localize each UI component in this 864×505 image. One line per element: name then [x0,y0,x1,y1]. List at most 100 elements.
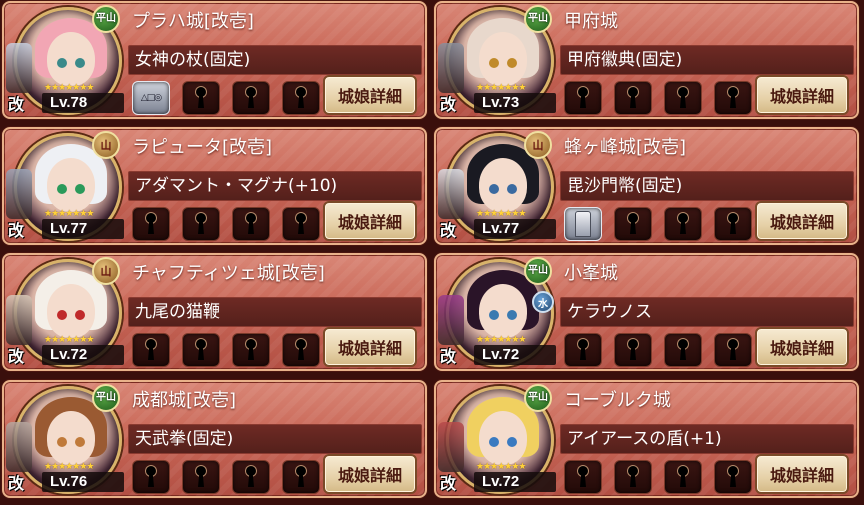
locked-slot[interactable] [132,333,170,367]
equipment-slots [564,333,752,367]
detail-button[interactable]: 城娘詳細 [755,454,849,494]
rarity-stars: ★★★★★★★ [44,83,94,93]
portrait-face [47,284,95,338]
portrait-face [479,32,527,86]
locked-slot[interactable] [282,81,320,115]
castle-girl-card[interactable]: 平山 ★★★★★★★ Lv.73 改 甲府城 甲府徽典(固定) 城娘詳細 [434,1,859,119]
keyhole-icon [678,87,688,109]
keyhole-icon [246,466,256,488]
rarity-stars: ★★★★★★★ [44,209,94,219]
portrait-eye [75,437,85,447]
castle-girl-card[interactable]: 山 ★★★★★★★ Lv.77 改 ラピュータ[改壱] アダマント・マグナ(+1… [2,127,427,245]
locked-slot[interactable] [132,460,170,494]
portrait-face [479,411,527,465]
locked-slot[interactable] [232,81,270,115]
terrain-badge: 平山 [92,384,120,412]
locked-slot[interactable] [614,460,652,494]
keyhole-icon [578,339,588,361]
locked-slot[interactable] [564,333,602,367]
detail-button[interactable]: 城娘詳細 [323,75,417,115]
terrain-badge: 平山 [524,384,552,412]
locked-slot[interactable] [182,333,220,367]
locked-slot[interactable] [614,207,652,241]
rarity-stars: ★★★★★★★ [476,83,526,93]
equipment-slots [564,207,752,241]
castle-girl-card[interactable]: 山 ★★★★★★★ Lv.77 改 蜂ヶ峰城[改壱] 毘沙門幣(固定) 城娘詳細 [434,127,859,245]
kai-label: 改 [8,95,25,114]
keyhole-icon [728,466,738,488]
keyhole-icon [246,213,256,235]
level-label: Lv.77 [474,219,556,239]
keyhole-icon [296,339,306,361]
locked-slot[interactable] [614,81,652,115]
portrait-eye [507,184,517,194]
locked-slot[interactable] [664,81,702,115]
locked-slot[interactable] [232,460,270,494]
terrain-badge: 山 [524,131,552,159]
terrain-badge: 平山 [92,5,120,33]
keyhole-icon [246,339,256,361]
locked-slot[interactable] [232,333,270,367]
detail-button[interactable]: 城娘詳細 [323,454,417,494]
equipped-item-slot[interactable] [564,207,602,241]
locked-slot[interactable] [182,207,220,241]
castle-girl-card[interactable]: 山 ★★★★★★★ Lv.72 改 チャフティツェ城[改壱] 九尾の猫鞭 城娘詳… [2,253,427,371]
weapon-name: 甲府徽典(固定) [560,45,854,75]
detail-button[interactable]: 城娘詳細 [755,201,849,241]
locked-slot[interactable] [182,81,220,115]
portrait-eye [57,184,67,194]
portrait-face [479,158,527,212]
rarity-stars: ★★★★★★★ [476,462,526,472]
castle-girl-card[interactable]: 平山 水 ★★★★★★★ Lv.72 改 小峯城 ケラウノス 城娘詳細 [434,253,859,371]
equipment-slots [132,333,320,367]
locked-slot[interactable] [664,460,702,494]
castle-girl-card[interactable]: 平山 ★★★★★★★ Lv.72 改 コーブルク城 アイアースの盾(+1) 城娘… [434,380,859,498]
kai-label: 改 [8,221,25,240]
locked-slot[interactable] [282,207,320,241]
locked-slot[interactable] [182,460,220,494]
portrait-eye [507,58,517,68]
weapon-name: アイアースの盾(+1) [560,424,854,454]
detail-button[interactable]: 城娘詳細 [323,327,417,367]
keyhole-icon [296,466,306,488]
level-label: Lv.73 [474,93,556,113]
locked-slot[interactable] [614,333,652,367]
terrain-badge: 山 [92,131,120,159]
locked-slot[interactable] [564,460,602,494]
locked-slot[interactable] [714,333,752,367]
kai-label: 改 [440,474,457,493]
detail-button[interactable]: 城娘詳細 [755,75,849,115]
portrait-face [47,411,95,465]
locked-slot[interactable] [564,81,602,115]
rarity-stars: ★★★★★★★ [476,209,526,219]
detail-button[interactable]: 城娘詳細 [323,201,417,241]
kai-label: 改 [8,347,25,366]
locked-slot[interactable] [664,207,702,241]
portrait-eye [507,437,517,447]
castle-girl-card[interactable]: 平山 ★★★★★★★ Lv.76 改 成都城[改壱] 天武拳(固定) 城娘詳細 [2,380,427,498]
rarity-stars: ★★★★★★★ [44,335,94,345]
locked-slot[interactable] [714,207,752,241]
locked-slot[interactable] [282,333,320,367]
weapon-name: ケラウノス [560,297,854,327]
castle-girl-card[interactable]: 平山 ★★★★★★★ Lv.78 改 プラハ城[改壱] 女神の杖(固定) △□◎… [2,1,427,119]
kai-label: 改 [440,347,457,366]
locked-slot[interactable] [664,333,702,367]
locked-slot[interactable] [132,207,170,241]
keyhole-icon [146,466,156,488]
weapon-type-icon [6,169,32,219]
kai-label: 改 [440,95,457,114]
keyhole-icon [196,213,206,235]
keyhole-icon [146,339,156,361]
keyhole-icon [196,87,206,109]
castle-name: チャフティツェ城[改壱] [132,263,325,284]
locked-slot[interactable] [714,81,752,115]
locked-slot[interactable] [282,460,320,494]
locked-slot[interactable] [714,460,752,494]
detail-button[interactable]: 城娘詳細 [755,327,849,367]
equipped-item-slot[interactable]: △□◎ [132,81,170,115]
equipment-slots [132,207,320,241]
locked-slot[interactable] [232,207,270,241]
portrait-eye [75,184,85,194]
keyhole-icon [628,339,638,361]
